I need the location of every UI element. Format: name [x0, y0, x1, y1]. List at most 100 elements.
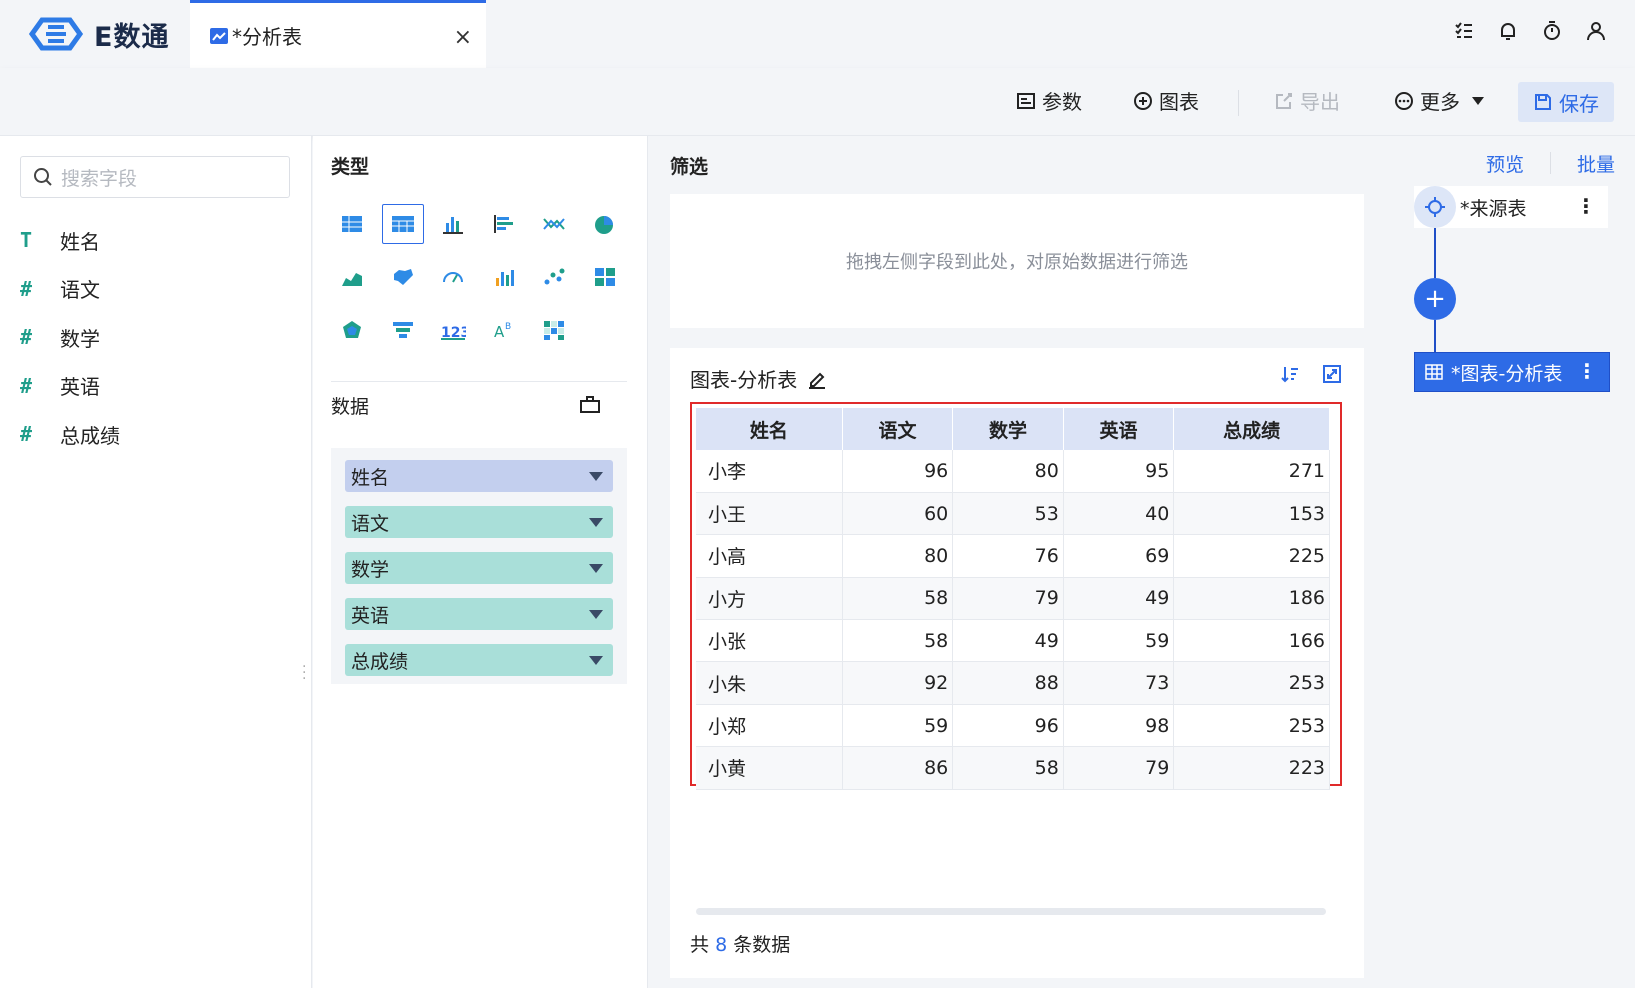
text-card-icon[interactable]: AB [483, 310, 525, 350]
column-header[interactable]: 姓名 [696, 408, 843, 450]
chevron-down-icon [1472, 96, 1484, 105]
chip-label: 数学 [351, 558, 390, 581]
result-table-highlight: 姓名 语文 数学 英语 总成绩 小李 96 80 95 271 小王 60 53 40 153 … [690, 402, 1342, 790]
dashboard-icon[interactable] [584, 257, 626, 297]
data-settings-icon[interactable] [579, 394, 601, 414]
timer-icon[interactable] [1541, 20, 1563, 42]
number-card-icon[interactable]: 123 [432, 310, 474, 350]
pivot-table-icon[interactable] [381, 204, 424, 244]
map-chart-icon[interactable] [382, 257, 424, 297]
tab-analysis[interactable]: *分析表 × [190, 0, 486, 68]
user-icon[interactable] [1585, 20, 1607, 42]
more-label: 更多 [1420, 90, 1460, 114]
field-item-total[interactable]: # 总成绩 [20, 410, 120, 459]
top-bar: E数通 *分析表 × [0, 0, 1635, 68]
data-chip-name[interactable]: 姓名 [345, 460, 613, 492]
flow-connector [1434, 228, 1436, 278]
scatter-chart-icon[interactable] [533, 257, 575, 297]
chevron-down-icon[interactable] [589, 609, 603, 619]
sort-icon[interactable] [1280, 364, 1300, 384]
batch-link[interactable]: 批量 [1577, 150, 1615, 177]
table-cell: 253 [1173, 661, 1330, 705]
source-node[interactable]: *来源表 ⋮ [1414, 186, 1608, 228]
table-cell: 76 [952, 534, 1064, 578]
table-cell: 225 [1173, 534, 1330, 578]
data-chip-total[interactable]: 总成绩 [345, 644, 613, 676]
gauge-chart-icon[interactable] [432, 257, 474, 297]
radar-chart-icon[interactable] [331, 310, 373, 350]
more-vertical-icon[interactable]: ⋮ [1576, 194, 1596, 218]
table-row: 小王 60 53 40 153 [696, 492, 1330, 536]
search-input[interactable]: 搜索字段 [20, 156, 290, 198]
save-button[interactable]: 保存 [1518, 82, 1614, 122]
table-row: 小李 96 80 95 271 [696, 450, 1330, 493]
expand-icon[interactable] [1322, 364, 1342, 384]
column-header[interactable]: 英语 [1063, 408, 1175, 450]
config-panel: 类型 123 AB 数据 姓名 语文 数学 英语 总成绩 [313, 136, 648, 988]
column-chart-icon[interactable] [432, 204, 474, 244]
detail-table-icon[interactable] [331, 204, 373, 244]
table-row: 小郑 59 96 98 253 [696, 704, 1330, 748]
pie-chart-icon[interactable] [584, 204, 626, 244]
more-icon [1395, 91, 1413, 110]
close-icon[interactable]: × [454, 25, 472, 50]
app-logo[interactable]: E数通 [26, 14, 169, 54]
column-header[interactable]: 总成绩 [1173, 408, 1330, 450]
chevron-down-icon[interactable] [589, 517, 603, 527]
add-step-button[interactable]: + [1414, 278, 1456, 320]
bell-icon[interactable] [1497, 20, 1519, 42]
table-cell: 223 [1173, 746, 1330, 790]
table-cell: 58 [952, 746, 1064, 790]
field-item-math[interactable]: # 数学 [20, 313, 120, 362]
table-cell: 253 [1173, 704, 1330, 748]
data-fields-box: 姓名 语文 数学 英语 总成绩 [331, 448, 627, 684]
table-cell: 小郑 [696, 704, 843, 748]
data-chip-math[interactable]: 数学 [345, 552, 613, 584]
resize-handle[interactable]: · · · [302, 660, 306, 686]
field-item-name[interactable]: T 姓名 [20, 216, 120, 265]
table-cell: 小王 [696, 492, 843, 536]
table-cell: 小李 [696, 450, 843, 493]
task-list-icon[interactable] [1453, 20, 1475, 42]
bar-chart-icon[interactable] [483, 204, 525, 244]
field-item-chinese[interactable]: # 语文 [20, 265, 120, 314]
data-chip-english[interactable]: 英语 [345, 598, 613, 630]
table-row: 小黄 86 58 79 223 [696, 746, 1330, 790]
table-cell: 96 [952, 704, 1064, 748]
column-header[interactable]: 数学 [952, 408, 1064, 450]
more-button[interactable]: 更多 [1394, 86, 1484, 115]
chip-label: 总成绩 [351, 650, 409, 673]
table-cell: 95 [1063, 450, 1175, 493]
params-button[interactable]: 参数 [1016, 86, 1082, 115]
add-chart-button[interactable]: 图表 [1133, 86, 1199, 115]
data-chip-chinese[interactable]: 语文 [345, 506, 613, 538]
table-row: 小方 58 79 49 186 [696, 577, 1330, 621]
chevron-down-icon[interactable] [589, 655, 603, 665]
table-cell: 79 [1063, 746, 1175, 790]
horizontal-scrollbar[interactable] [696, 908, 1326, 915]
field-item-english[interactable]: # 英语 [20, 362, 120, 411]
logo-icon [28, 17, 84, 51]
edit-icon[interactable] [807, 369, 827, 389]
chevron-down-icon[interactable] [589, 563, 603, 573]
chevron-down-icon[interactable] [589, 471, 603, 481]
combo-chart-icon[interactable] [483, 257, 525, 297]
table-row: 小朱 92 88 73 253 [696, 661, 1330, 705]
line-chart-icon[interactable] [533, 204, 575, 244]
params-icon [1017, 92, 1035, 109]
table-cell: 69 [1063, 534, 1175, 578]
column-header[interactable]: 语文 [842, 408, 954, 450]
table-cell: 86 [842, 746, 954, 790]
export-button[interactable]: 导出 [1274, 86, 1340, 115]
table-cell: 49 [952, 619, 1064, 663]
source-node-label: *来源表 [1460, 197, 1527, 220]
area-chart-icon[interactable] [331, 257, 373, 297]
preview-link[interactable]: 预览 [1486, 150, 1524, 177]
more-vertical-icon[interactable]: ⋮ [1577, 359, 1597, 383]
chart-node[interactable]: *图表-分析表 ⋮ [1414, 352, 1610, 392]
funnel-chart-icon[interactable] [382, 310, 424, 350]
chart-type-grid: 123 AB [331, 204, 634, 363]
number-field-icon: # [20, 276, 33, 301]
filter-dropzone[interactable]: 拖拽左侧字段到此处，对原始数据进行筛选 [670, 194, 1364, 328]
heatmap-icon[interactable] [533, 310, 575, 350]
